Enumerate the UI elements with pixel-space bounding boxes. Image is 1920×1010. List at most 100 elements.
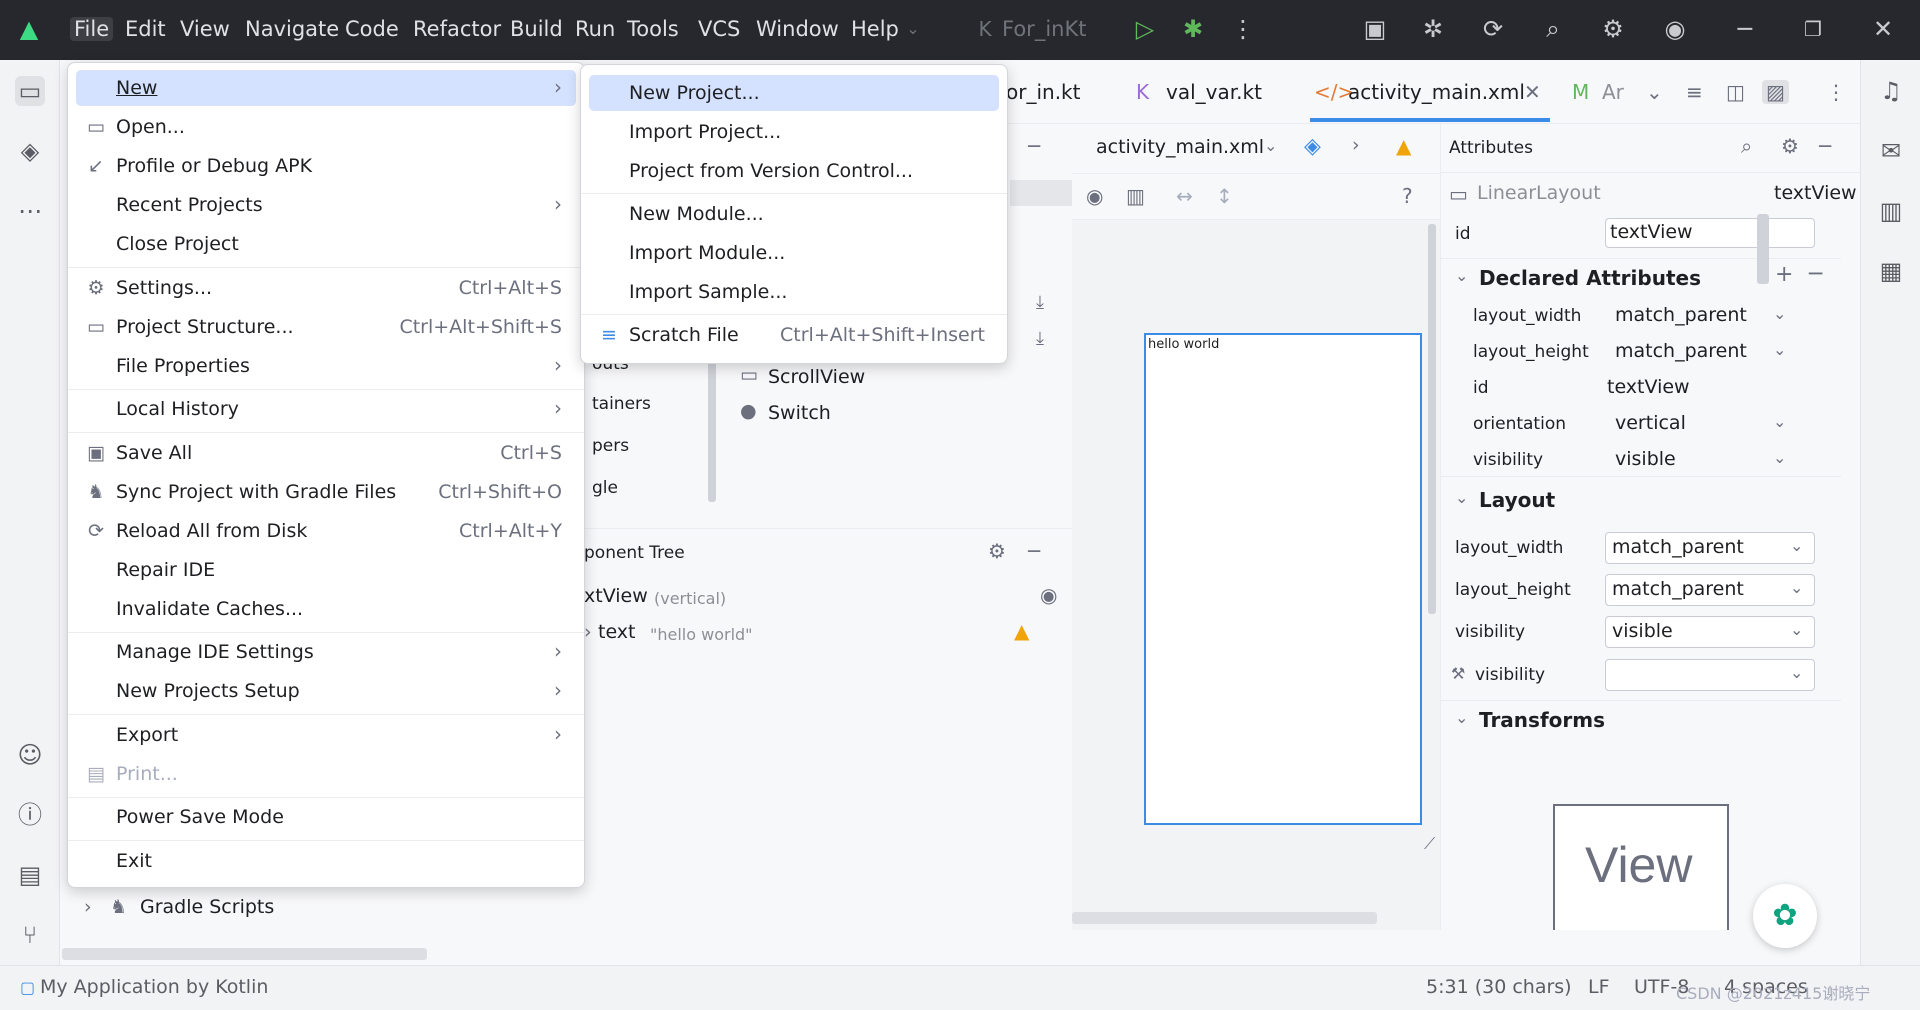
menu-tools[interactable]: Tools xyxy=(627,17,679,41)
hide-icon[interactable]: ─ xyxy=(1819,134,1831,158)
menu-item-import-sample[interactable]: Import Sample... xyxy=(589,274,999,310)
warning-icon[interactable]: ▲ xyxy=(1396,134,1411,158)
minimize-icon[interactable]: ─ xyxy=(1730,14,1760,44)
palette-category-helpers[interactable]: pers xyxy=(592,436,629,456)
palette-category-google[interactable]: gle xyxy=(592,478,618,498)
layout-attr-field[interactable]: match_parent ⌄ xyxy=(1605,574,1815,606)
menu-run[interactable]: Run xyxy=(575,17,615,41)
menu-item-profile-apk[interactable]: ↙ Profile or Debug APK xyxy=(76,148,576,184)
declared-attr-value[interactable]: textView xyxy=(1607,376,1690,398)
dropdown-chevron-icon[interactable]: ⌄ xyxy=(1773,340,1786,359)
menu-item-save-all[interactable]: ▣ Save All Ctrl+S xyxy=(76,435,576,471)
menu-item-invalidate-caches[interactable]: Invalidate Caches... xyxy=(76,591,576,627)
dropdown-chevron-icon[interactable]: ⌄ xyxy=(1773,304,1786,323)
declared-attr-value[interactable]: visible xyxy=(1615,448,1676,470)
palette-category-containers[interactable]: tainers xyxy=(592,394,651,414)
menu-view[interactable]: View xyxy=(180,17,230,41)
run-icon[interactable]: ▷ xyxy=(1130,14,1160,44)
menu-item-reload-disk[interactable]: ⟳ Reload All from Disk Ctrl+Alt+Y xyxy=(76,513,576,549)
menu-item-export[interactable]: Export › xyxy=(76,717,576,753)
vertical-resize-icon[interactable]: ↕ xyxy=(1216,184,1233,208)
expand-chevron-icon[interactable]: ⌄ xyxy=(1455,488,1468,507)
add-attribute-icon[interactable]: + xyxy=(1775,262,1793,287)
declared-attr-value[interactable]: match_parent xyxy=(1615,340,1747,362)
dropdown-chevron-icon[interactable]: ⌄ xyxy=(1773,412,1786,431)
menu-item-exit[interactable]: Exit xyxy=(76,843,576,879)
problems-icon[interactable]: ⓘ xyxy=(15,800,45,830)
dropdown-chevron-icon[interactable]: ⌄ xyxy=(1790,663,1803,682)
menu-code[interactable]: Code xyxy=(345,17,399,41)
gradle-icon[interactable]: ✉ xyxy=(1876,136,1906,166)
menu-item-new-module[interactable]: New Module... xyxy=(589,196,999,232)
tab-close-icon[interactable]: ✕ xyxy=(1524,80,1541,104)
more-tools-icon[interactable]: ⋯ xyxy=(15,196,45,226)
project-horizontal-scrollbar[interactable] xyxy=(62,948,427,960)
tree-settings-gear-icon[interactable]: ⚙ xyxy=(988,539,1006,563)
resource-manager-icon[interactable]: ◈ xyxy=(15,136,45,166)
canvas-horizontal-scrollbar[interactable] xyxy=(1072,912,1377,924)
palette-scrollbar[interactable] xyxy=(708,354,716,502)
menu-vcs[interactable]: VCS xyxy=(698,17,740,41)
status-caret-position[interactable]: 5:31 (30 chars) xyxy=(1426,976,1572,998)
terminal-icon[interactable]: ▤ xyxy=(15,860,45,890)
dropdown-chevron-icon[interactable]: ⌄ xyxy=(1790,536,1803,555)
menu-item-import-project[interactable]: Import Project... xyxy=(589,114,999,150)
id-field[interactable]: textView xyxy=(1605,218,1815,248)
gradle-sync-icon[interactable]: ⟳ xyxy=(1478,14,1508,44)
device-preview[interactable]: hello world xyxy=(1144,333,1422,825)
declared-attr-value[interactable]: vertical xyxy=(1615,412,1686,434)
palette-hide-icon[interactable]: ─ xyxy=(1028,134,1040,158)
menu-edit[interactable]: Edit xyxy=(125,17,166,41)
menu-item-open[interactable]: ▭ Open... xyxy=(76,109,576,145)
layout-section-title[interactable]: Layout xyxy=(1479,488,1555,512)
logcat-icon[interactable]: ☺ xyxy=(15,740,45,770)
status-project-name[interactable]: My Application by Kotlin xyxy=(40,976,268,998)
settings-gear-icon[interactable]: ⚙ xyxy=(1598,14,1628,44)
menu-item-import-module[interactable]: Import Module... xyxy=(589,235,999,271)
menu-item-close-project[interactable]: Close Project xyxy=(76,226,576,262)
dropdown-chevron-icon[interactable]: ⌄ xyxy=(1790,578,1803,597)
notifications-bell-icon[interactable]: ♫ xyxy=(1876,76,1906,106)
design-surface-icon[interactable]: ◈ xyxy=(1304,134,1321,159)
download-icon-2[interactable]: ⤓ xyxy=(1036,328,1044,349)
split-view-icon[interactable]: ◫ xyxy=(1726,80,1745,104)
dropdown-chevron-icon[interactable]: ⌄ xyxy=(1790,620,1803,639)
attributes-scrollbar[interactable] xyxy=(1757,214,1769,284)
menu-item-new-project[interactable]: New Project... xyxy=(589,75,999,111)
warning-icon[interactable]: ▲ xyxy=(1014,619,1029,643)
tab-ar[interactable]: Ar xyxy=(1602,80,1624,104)
chevron-right-icon[interactable]: › xyxy=(1352,134,1360,156)
help-icon[interactable]: ? xyxy=(1402,184,1413,208)
device-manager-icon[interactable]: ▣ xyxy=(1360,14,1390,44)
transforms-section-title[interactable]: Transforms xyxy=(1479,708,1605,732)
download-icon[interactable]: ⤓ xyxy=(1036,292,1044,313)
expand-chevron-icon[interactable]: ⌄ xyxy=(1455,708,1468,727)
status-line-separator[interactable]: LF xyxy=(1588,976,1610,998)
menu-refactor[interactable]: Refactor xyxy=(413,17,501,41)
running-devices-icon[interactable]: ▦ xyxy=(1876,256,1906,286)
menu-item-local-history[interactable]: Local History › xyxy=(76,391,576,427)
menu-item-settings[interactable]: ⚙ Settings... Ctrl+Alt+S xyxy=(76,270,576,306)
declared-attributes-title[interactable]: Declared Attributes xyxy=(1479,266,1701,290)
menu-item-repair-ide[interactable]: Repair IDE xyxy=(76,552,576,588)
menu-item-project-structure[interactable]: ▭ Project Structure... Ctrl+Alt+Shift+S xyxy=(76,309,576,345)
visibility-eye-icon[interactable]: ◉ xyxy=(1040,583,1057,607)
menu-item-recent-projects[interactable]: Recent Projects › xyxy=(76,187,576,223)
tree-child-label[interactable]: text xyxy=(598,621,636,643)
eye-icon[interactable]: ◉ xyxy=(1086,184,1103,208)
tabs-dropdown-icon[interactable]: ⌄ xyxy=(1646,80,1663,104)
declared-attr-value[interactable]: match_parent xyxy=(1615,304,1747,326)
canvas-vertical-scrollbar[interactable] xyxy=(1428,224,1436,614)
resize-handle-icon[interactable]: ⟋ xyxy=(1424,834,1435,854)
menu-help[interactable]: Help xyxy=(851,17,899,41)
device-file-icon[interactable]: ▥ xyxy=(1876,196,1906,226)
tree-root-label[interactable]: xtView xyxy=(584,585,648,607)
project-folder-icon[interactable]: ▭ xyxy=(15,76,45,106)
settings-gear-icon[interactable]: ⚙ xyxy=(1781,134,1799,158)
menu-item-sync-gradle[interactable]: ♞ Sync Project with Gradle Files Ctrl+Shif… xyxy=(76,474,576,510)
git-icon[interactable]: ⑂ xyxy=(15,920,45,950)
horizontal-resize-icon[interactable]: ↔ xyxy=(1176,184,1193,208)
search-icon[interactable]: ⌕ xyxy=(1741,134,1752,158)
menu-item-new[interactable]: New › xyxy=(76,70,576,106)
code-view-icon[interactable]: ≡ xyxy=(1686,80,1703,104)
